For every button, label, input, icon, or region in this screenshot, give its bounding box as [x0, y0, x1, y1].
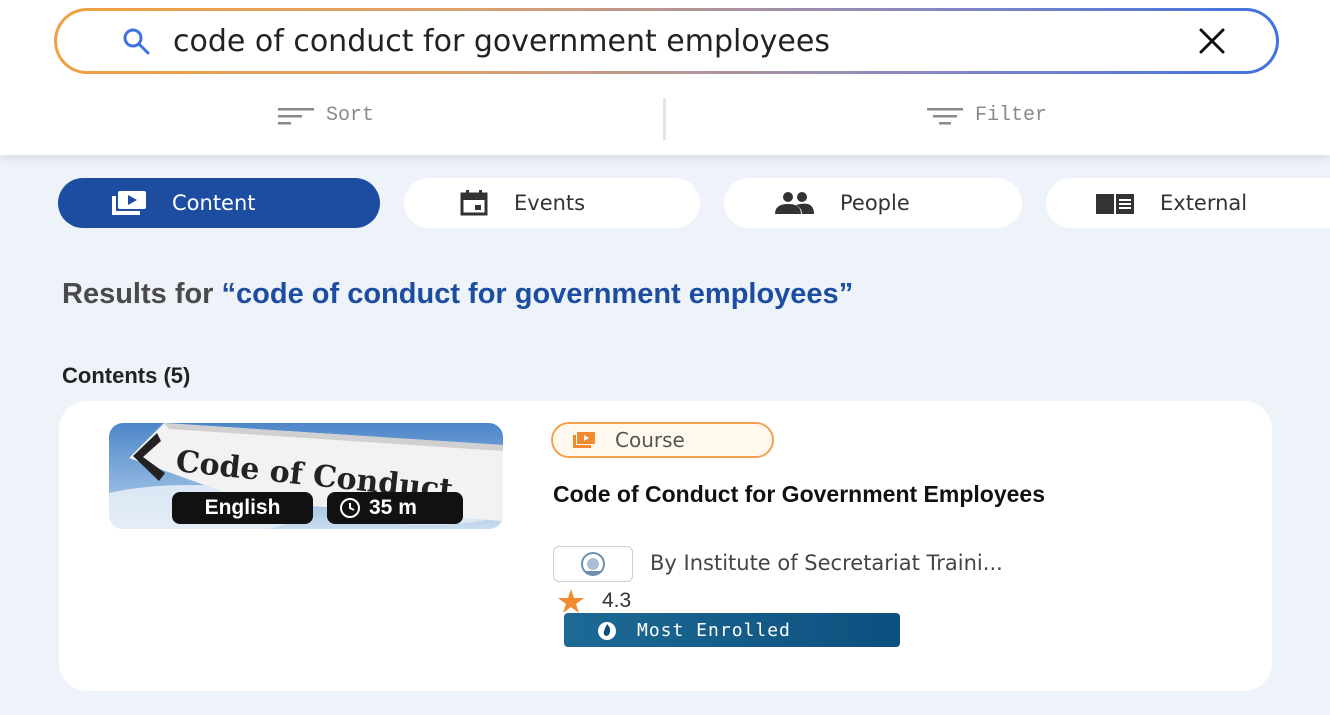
duration-badge: 35 m	[327, 492, 463, 524]
tab-events[interactable]: Events	[404, 178, 700, 228]
most-enrolled-tag: Most Enrolled	[564, 613, 900, 647]
contents-count: Contents (5)	[62, 363, 191, 388]
language-badge: English	[172, 492, 313, 524]
duration-text: 35 m	[369, 496, 417, 519]
emblem-icon	[581, 552, 605, 576]
search-bar-inner	[57, 11, 1276, 71]
course-thumbnail[interactable]: Code of Conduct English 35 m	[109, 423, 503, 529]
results-heading: Results for “code of conduct for governm…	[62, 275, 1162, 314]
results-prefix: Results for	[62, 278, 222, 310]
tab-content[interactable]: Content	[58, 178, 380, 228]
results-query: “code of conduct for government employee…	[221, 278, 854, 310]
search-input[interactable]	[173, 23, 1172, 59]
tab-label: External	[1160, 191, 1248, 215]
sort-filter-bar: Sort Filter	[0, 90, 1330, 145]
tab-people[interactable]: People	[724, 178, 1022, 228]
rating: 4.3	[558, 589, 631, 613]
course-type-label: Course	[615, 428, 685, 452]
calendar-icon	[460, 190, 488, 216]
close-icon[interactable]	[1196, 25, 1228, 57]
filter-icon	[927, 107, 963, 124]
sort-icon	[278, 107, 314, 124]
search-header: Sort Filter	[0, 0, 1330, 155]
provider-logo	[553, 546, 633, 582]
provider-name: By Institute of Secretariat Traini...	[650, 551, 1003, 575]
results-area: Content Events People External Results f…	[0, 155, 1330, 715]
category-tabs: Content Events People External	[0, 178, 1330, 228]
rating-value: 4.3	[602, 589, 632, 612]
tab-external[interactable]: External	[1046, 178, 1330, 228]
clock-icon	[340, 498, 360, 518]
sort-button[interactable]: Sort	[278, 104, 374, 127]
course-card[interactable]: Code of Conduct English 35 m Course Code…	[59, 401, 1272, 691]
toolbar-divider	[663, 98, 666, 140]
filter-button[interactable]: Filter	[927, 104, 1047, 127]
course-icon	[573, 432, 595, 448]
tab-label: People	[840, 191, 910, 215]
people-icon	[774, 192, 814, 214]
flame-icon	[598, 622, 616, 640]
search-bar[interactable]	[54, 8, 1279, 74]
tab-label: Events	[514, 191, 586, 215]
star-icon	[558, 589, 584, 613]
play-square-icon	[112, 191, 146, 215]
most-enrolled-label: Most Enrolled	[637, 619, 791, 641]
course-title[interactable]: Code of Conduct for Government Employees	[553, 481, 1153, 508]
tab-label: Content	[172, 191, 256, 215]
sort-label: Sort	[326, 104, 375, 127]
filter-label: Filter	[975, 104, 1048, 127]
book-icon	[1096, 192, 1134, 214]
search-icon[interactable]	[121, 26, 151, 56]
course-type-badge: Course	[551, 422, 774, 458]
